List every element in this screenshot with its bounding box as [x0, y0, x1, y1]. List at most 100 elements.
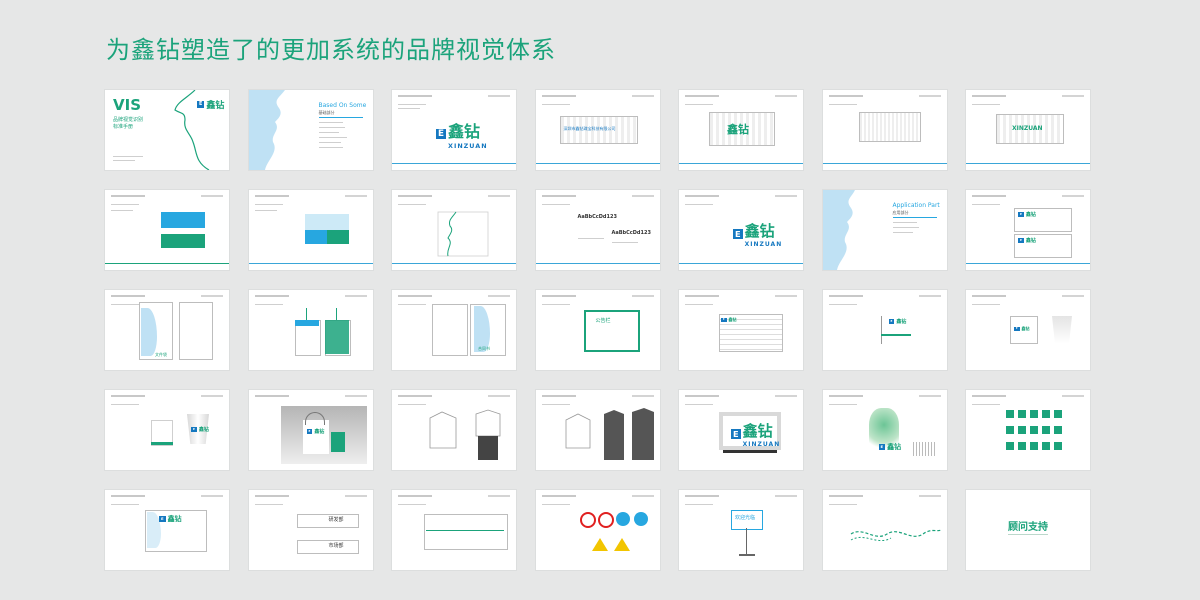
bulletin-title: 公告栏	[595, 318, 611, 324]
page-company-name-grid[interactable]: 深圳市鑫钻珠宝科技有限公司	[535, 90, 660, 170]
page-application-part[interactable]: Application Part 应用部分	[822, 190, 947, 270]
application-title-en: Application Part	[892, 202, 940, 209]
reverse-logo: E 鑫钻 XINZUAN	[733, 222, 783, 248]
page-standard-colors[interactable]	[105, 190, 229, 270]
page-department-signs[interactable]: 研发部 市场部	[248, 490, 373, 570]
page-standard-grid[interactable]	[822, 90, 947, 170]
standard-logo: E 鑫钻 XINZUAN	[436, 122, 488, 150]
page-english-logo-grid[interactable]: XINZUAN	[966, 90, 1090, 170]
walk-icon	[1042, 442, 1050, 450]
bag-logo: E 鑫钻	[306, 429, 325, 435]
english-logo-text: XINZUAN	[1012, 125, 1043, 132]
section-title-cn: 基础部分	[318, 110, 335, 115]
wc-man-icon	[1006, 410, 1014, 418]
cutlery-icon	[1054, 442, 1062, 450]
helmet-icon	[615, 512, 630, 526]
green-swatch	[161, 234, 205, 248]
page-logo-grid[interactable]: 鑫钻	[679, 90, 803, 170]
page-warning-signs[interactable]	[535, 490, 660, 570]
section-head-shape	[248, 90, 285, 170]
page-letterhead[interactable]: E 鑫钻	[105, 490, 229, 570]
page-contract-cover[interactable]: 合同书	[392, 290, 516, 370]
section-title-en: Based On Some	[318, 102, 367, 109]
phone-icon	[1006, 426, 1014, 434]
cup-3d-logo: E 鑫钻	[191, 427, 209, 433]
page-cover[interactable]: VIS 品牌视觉识别 标准手册 E 鑫钻	[105, 90, 229, 170]
font-sample-1: AaBbCcDd123	[577, 214, 617, 220]
closing-title: 顾问支持	[1008, 522, 1048, 533]
font-sample-2: AaBbCcDd123	[611, 230, 651, 236]
letterhead-logo: E 鑫钻	[159, 515, 182, 523]
flag-logo: E 鑫钻	[888, 319, 907, 325]
wc-woman-icon	[1018, 410, 1026, 418]
page-business-card[interactable]: E 鑫钻 E 鑫钻	[966, 190, 1090, 270]
dept-sign-1: 研发部	[328, 517, 344, 523]
meeting-icon	[1042, 426, 1050, 434]
section-head-shape-2	[822, 190, 855, 270]
page-based-on-some[interactable]: Based On Some 基础部分	[248, 90, 373, 170]
page-tote-bag[interactable]: E 鑫钻	[248, 390, 373, 470]
envelope-label: 文件袋	[155, 352, 167, 357]
page-bulletin-board[interactable]: 公告栏	[535, 290, 660, 370]
cover-vis-title: VIS	[113, 96, 141, 114]
page-work-badge[interactable]	[248, 290, 373, 370]
card-logo-front: E 鑫钻	[1018, 212, 1036, 218]
page-envelope[interactable]: 文件袋	[105, 290, 229, 370]
smoking-icon	[1006, 442, 1014, 450]
page-logo-standard[interactable]: E 鑫钻 XINZUAN	[392, 90, 516, 170]
page-closing[interactable]: 顾问支持	[966, 490, 1090, 570]
page-forms[interactable]: E 鑫钻	[679, 290, 803, 370]
dept-sign-2: 市场部	[328, 543, 344, 549]
page-auxiliary-colors[interactable]	[248, 190, 373, 270]
card-logo-back: E 鑫钻	[1018, 238, 1036, 244]
company-name-text: 深圳市鑫钻珠宝科技有限公司	[563, 126, 616, 131]
page-vehicle-graphics[interactable]	[822, 490, 947, 570]
page-headline: 为鑫钻塑造了的更加系统的品牌视觉体系	[106, 36, 556, 64]
parking-icon	[1054, 426, 1062, 434]
outdoor-logo: E 鑫钻	[878, 443, 902, 451]
cup-logo: E 鑫钻	[1014, 326, 1030, 332]
no-smoking-icon	[579, 512, 596, 528]
application-title-cn: 应用部分	[892, 210, 909, 215]
green-half-swatch	[326, 230, 349, 244]
no-fire-icon	[597, 512, 614, 528]
head-profile-graphic	[437, 211, 489, 257]
page-outdoor-sign[interactable]: E 鑫钻	[822, 390, 947, 470]
page-uniform-shirts[interactable]	[392, 390, 516, 470]
page-standard-fonts[interactable]: AaBbCcDd123 AaBbCcDd123	[535, 190, 660, 270]
gloves-icon	[633, 512, 648, 526]
page-auxiliary-graphic[interactable]	[392, 190, 516, 270]
page-uniform-suits[interactable]	[535, 390, 660, 470]
cover-logo: E 鑫钻	[197, 101, 225, 111]
info-icon	[1030, 426, 1038, 434]
exit-icon	[1054, 410, 1062, 418]
restaurant-icon	[1030, 442, 1038, 450]
wave-pattern	[850, 529, 941, 542]
page-cups[interactable]: E 鑫钻	[105, 390, 229, 470]
bulletin-frame	[583, 310, 640, 352]
grid-logo: 鑫钻	[727, 123, 749, 136]
shirts-illustration	[429, 409, 501, 460]
storefront-logo: E 鑫钻 XINZUAN	[731, 422, 781, 448]
cover-subtitle-1: 品牌视觉识别	[113, 117, 144, 123]
page-signage-icons[interactable]	[966, 390, 1090, 470]
page-wall-display[interactable]	[392, 490, 516, 570]
suits-illustration	[565, 408, 654, 460]
welcome-text: 欢迎光临	[735, 515, 756, 521]
form-logo: E 鑫钻	[721, 317, 737, 323]
blue-half-swatch	[304, 230, 327, 244]
blue-swatch	[161, 212, 205, 228]
page-storefront-sign[interactable]: E 鑫钻 XINZUAN	[679, 390, 803, 470]
page-flag[interactable]: E 鑫钻	[822, 290, 947, 370]
manual-page-grid: VIS 品牌视觉识别 标准手册 E 鑫钻 Based On Some 基础部分 E…	[105, 90, 1090, 570]
warning-electric-icon	[591, 538, 608, 551]
stairs-icon	[1030, 410, 1038, 418]
elevator-icon	[1042, 410, 1050, 418]
page-paper-cup[interactable]: E 鑫钻	[966, 290, 1090, 370]
page-welcome-stand[interactable]: 欢迎光临	[679, 490, 803, 570]
coffee-icon	[1018, 426, 1026, 434]
page-logo-reverse[interactable]: E 鑫钻 XINZUAN	[679, 190, 803, 270]
accessible-icon	[1018, 442, 1026, 450]
warning-general-icon	[613, 538, 630, 551]
contract-label: 合同书	[478, 346, 490, 351]
